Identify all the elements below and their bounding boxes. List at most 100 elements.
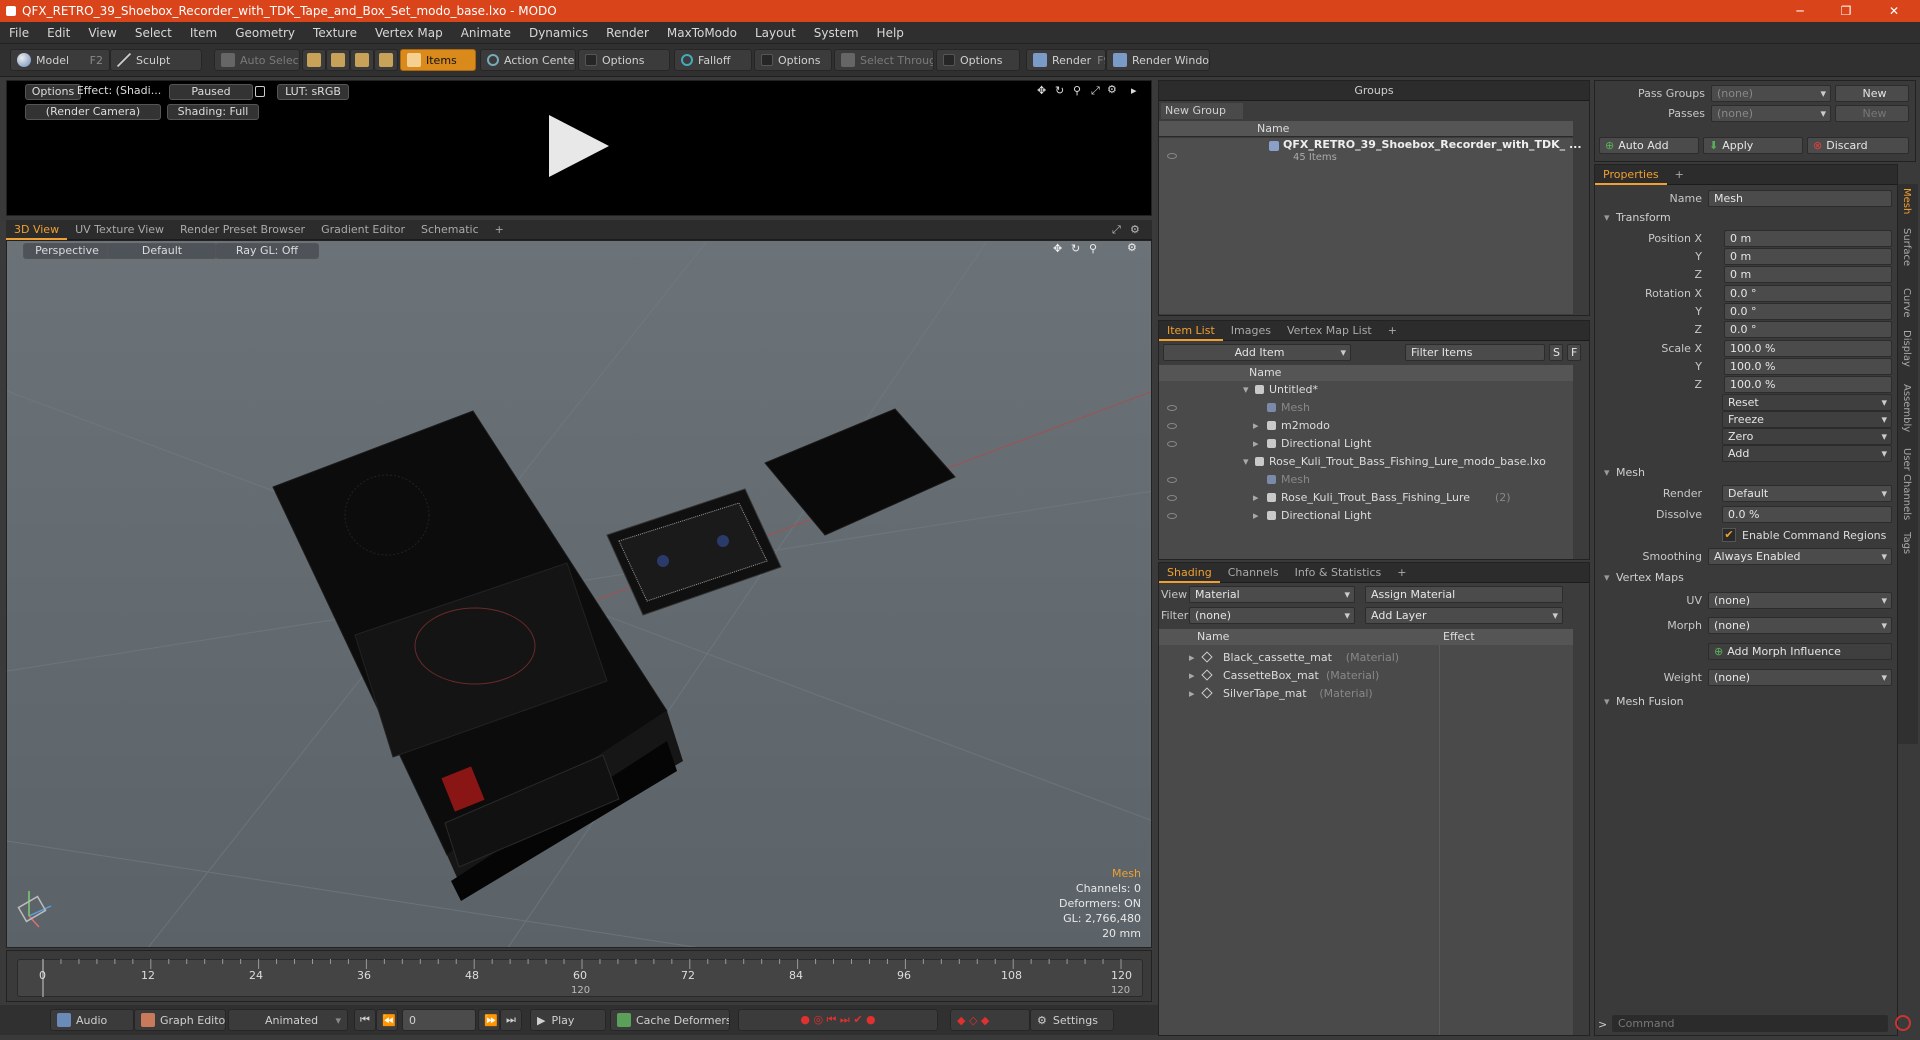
lock-icon[interactable] xyxy=(255,86,265,97)
first-frame-button[interactable]: ⏮ xyxy=(354,1009,376,1031)
menu-layout[interactable]: Layout xyxy=(746,26,805,40)
table-row[interactable]: ▸ CassetteBox_mat (Material) xyxy=(1159,667,1573,684)
dissolve-field[interactable]: 0.0 % xyxy=(1722,506,1892,523)
options-checkbox[interactable] xyxy=(943,54,955,66)
freeze-dropdown[interactable]: Freeze xyxy=(1722,411,1892,428)
render-dropdown[interactable]: Default xyxy=(1722,485,1892,502)
morph-dropdown[interactable]: (none) xyxy=(1708,617,1892,634)
add-tab-icon[interactable]: + xyxy=(1380,321,1405,341)
vertices-mode-button[interactable] xyxy=(302,49,326,71)
menu-edit[interactable]: Edit xyxy=(38,26,79,40)
menu-system[interactable]: System xyxy=(805,26,868,40)
settings-button[interactable]: ⚙ Settings xyxy=(1030,1009,1114,1031)
item-tree[interactable]: ▾ Untitled* Mesh ▸ m2modo ▸ Directional Light ▾… xyxy=(1159,381,1573,559)
action-center-options-button[interactable]: Options xyxy=(578,49,670,71)
tab-uv-texture-view[interactable]: UV Texture View xyxy=(67,220,172,240)
passes-dropdown[interactable]: (none) xyxy=(1711,105,1831,122)
frame-field[interactable]: 0 xyxy=(402,1009,476,1031)
assign-material-button[interactable]: Assign Material xyxy=(1365,586,1563,603)
close-icon[interactable]: ✕ xyxy=(1872,0,1916,22)
groups-list[interactable] xyxy=(1159,138,1573,314)
mesh-section[interactable]: Mesh xyxy=(1602,465,1912,481)
list-item[interactable]: ▸ Directional Light xyxy=(1159,435,1573,452)
menu-animate[interactable]: Animate xyxy=(452,26,520,40)
lut-dropdown[interactable]: LUT: sRGB xyxy=(277,84,349,100)
name-input[interactable]: Mesh xyxy=(1708,190,1892,207)
vertex-maps-section[interactable]: Vertex Maps xyxy=(1602,570,1912,586)
sculpt-button[interactable]: Sculpt xyxy=(110,49,202,71)
view-dropdown[interactable]: Material xyxy=(1189,586,1355,603)
menu-render[interactable]: Render xyxy=(597,26,658,40)
animated-dropdown[interactable]: Animated ▾ xyxy=(228,1009,348,1031)
position-x-field[interactable]: 0 m xyxy=(1724,230,1892,247)
tab-item-list[interactable]: Item List xyxy=(1159,321,1223,341)
rotation-x-field[interactable]: 0.0 ° xyxy=(1724,285,1892,302)
prev-key-button[interactable]: ⏪ xyxy=(376,1009,398,1031)
polygons-mode-button[interactable] xyxy=(350,49,374,71)
panel-gear-icon[interactable]: ⚙ xyxy=(1130,223,1140,236)
last-frame-button[interactable]: ⏭ xyxy=(500,1009,522,1031)
filter-s-button[interactable]: S xyxy=(1549,344,1563,361)
eye-icon[interactable] xyxy=(1167,441,1177,447)
tab-3d-view[interactable]: 3D View xyxy=(6,220,68,240)
effect-dropdown[interactable]: Effect: (Shadi... xyxy=(73,84,165,100)
group-item-name[interactable]: QFX_RETRO_39_Shoebox_Recorder_with_TDK_ … xyxy=(1283,138,1582,151)
key-buttons[interactable]: ◆ ◇ ◆ xyxy=(950,1009,1030,1031)
options-checkbox[interactable] xyxy=(585,54,597,66)
next-key-button[interactable]: ⏩ xyxy=(478,1009,500,1031)
mesh-fusion-section[interactable]: Mesh Fusion xyxy=(1602,694,1912,710)
table-row[interactable]: ▸ Black_cassette_mat (Material) xyxy=(1159,649,1573,666)
tab-channels[interactable]: Channels xyxy=(1220,563,1287,583)
eye-icon[interactable] xyxy=(1167,477,1177,483)
add-tab-icon[interactable]: + xyxy=(1667,165,1692,185)
materials-mode-button[interactable] xyxy=(374,49,398,71)
rotation-z-field[interactable]: 0.0 ° xyxy=(1724,321,1892,338)
record-button[interactable]: ● ◎ ⏮ ⏭ ✔ ● xyxy=(738,1009,938,1031)
expand-arrow-icon[interactable]: ▸ xyxy=(1253,417,1259,434)
zero-dropdown[interactable]: Zero xyxy=(1722,428,1892,445)
new-group-button[interactable]: New Group xyxy=(1161,103,1243,119)
falloff-options-button[interactable]: Options xyxy=(754,49,832,71)
expand-arrow-icon[interactable]: ▸ xyxy=(1189,685,1195,702)
timeline[interactable]: 0 12 24 36 48 60 72 84 96 108 120 120 12… xyxy=(6,950,1152,1002)
side-tab-mesh[interactable]: Mesh xyxy=(1901,188,1912,214)
rotation-y-field[interactable]: 0.0 ° xyxy=(1724,303,1892,320)
eye-icon[interactable] xyxy=(1167,495,1177,501)
list-item[interactable]: ▸ Rose_Kuli_Trout_Bass_Fishing_Lure (2) xyxy=(1159,489,1573,506)
list-item[interactable]: Mesh xyxy=(1159,471,1573,488)
pass-groups-dropdown[interactable]: (none) xyxy=(1711,85,1831,102)
tab-vertex-map-list[interactable]: Vertex Map List xyxy=(1279,321,1380,341)
falloff-button[interactable]: Falloff xyxy=(674,49,752,71)
tab-properties[interactable]: Properties xyxy=(1595,165,1667,185)
menu-texture[interactable]: Texture xyxy=(304,26,366,40)
enable-command-regions-checkbox[interactable]: ✔ xyxy=(1722,528,1736,542)
menu-select[interactable]: Select xyxy=(126,26,181,40)
table-row[interactable]: ▸ SilverTape_mat (Material) xyxy=(1159,685,1573,702)
eye-icon[interactable] xyxy=(1167,405,1177,411)
add-tab-icon[interactable]: + xyxy=(1389,563,1414,583)
graph-editor-button[interactable]: Graph Editor xyxy=(134,1009,226,1031)
uv-dropdown[interactable]: (none) xyxy=(1708,592,1892,609)
eye-icon[interactable] xyxy=(1167,513,1177,519)
camera-dropdown[interactable]: (Render Camera) xyxy=(25,104,161,120)
apply-button[interactable]: ⬇ Apply xyxy=(1703,137,1803,154)
tab-render-preset-browser[interactable]: Render Preset Browser xyxy=(172,220,313,240)
items-mode-button[interactable]: Items xyxy=(400,49,476,71)
list-item[interactable]: ▾ Untitled* xyxy=(1159,381,1573,398)
render-button[interactable]: RenderF9 xyxy=(1026,49,1106,71)
model-button[interactable]: Model F2 xyxy=(10,49,110,71)
options-checkbox[interactable] xyxy=(761,54,773,66)
zoom-view-icon[interactable]: ⚲ xyxy=(1073,84,1081,97)
position-y-field[interactable]: 0 m xyxy=(1724,248,1892,265)
side-tab-display[interactable]: Display xyxy=(1901,330,1912,367)
filter-items-input[interactable]: Filter Items xyxy=(1405,344,1545,361)
select-through-button[interactable]: Select Through xyxy=(834,49,934,71)
tab-shading[interactable]: Shading xyxy=(1159,563,1220,583)
paused-button[interactable]: Paused xyxy=(169,84,253,100)
reset-dropdown[interactable]: Reset xyxy=(1722,394,1892,411)
expand-arrow-icon[interactable]: ▸ xyxy=(1253,489,1259,506)
eye-icon[interactable] xyxy=(1167,423,1177,429)
tab-schematic[interactable]: Schematic xyxy=(413,220,487,240)
list-item[interactable]: ▸ m2modo xyxy=(1159,417,1573,434)
filter-dropdown[interactable]: (none) xyxy=(1189,607,1355,624)
